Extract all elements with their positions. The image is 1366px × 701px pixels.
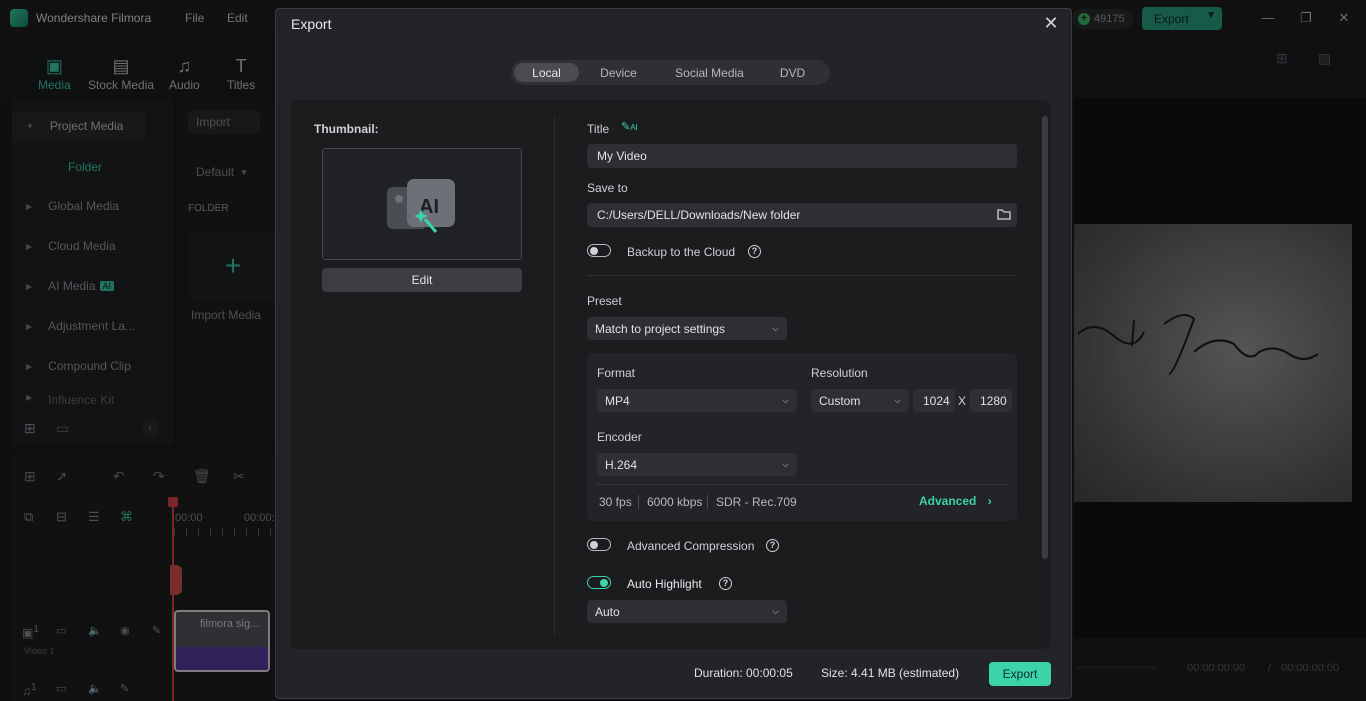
- thumbnail-preview[interactable]: AI: [322, 148, 522, 260]
- auto-highlight-label: Auto Highlight: [627, 577, 702, 591]
- section-divider: [587, 275, 1016, 276]
- save-to-label: Save to: [587, 181, 628, 195]
- help-icon[interactable]: ?: [766, 539, 779, 552]
- duration-value: 00:00:05: [746, 666, 793, 680]
- bitrate-stat: 6000 kbps: [647, 495, 703, 509]
- format-dropdown[interactable]: MP4 ⌵: [597, 389, 797, 412]
- advanced-settings-link[interactable]: Advanced ›: [919, 494, 992, 508]
- duration-info: Duration: 00:00:05: [694, 666, 793, 680]
- resolution-x-label: X: [958, 394, 967, 408]
- export-button[interactable]: Export: [989, 662, 1051, 686]
- dialog-title: Export: [291, 16, 332, 32]
- preset-value: Match to project settings: [595, 321, 726, 336]
- help-icon[interactable]: ?: [748, 245, 761, 258]
- resolution-label: Resolution: [811, 366, 868, 380]
- size-info: Size: 4.41 MB (estimated): [821, 666, 959, 680]
- advanced-label: Advanced: [919, 494, 977, 508]
- thumbnail-label: Thumbnail:: [314, 122, 379, 136]
- resolution-value: Custom: [819, 393, 861, 408]
- resolution-width-input[interactable]: 1024: [913, 389, 955, 412]
- resolution-dropdown[interactable]: Custom ⌵: [811, 389, 909, 412]
- ai-pen-icon: ✎: [621, 121, 631, 133]
- tab-local[interactable]: Local: [514, 63, 579, 82]
- duration-label: Duration:: [694, 666, 743, 680]
- chevron-down-icon: ⌵: [894, 394, 901, 405]
- encoder-value: H.264: [605, 457, 638, 472]
- preset-dropdown[interactable]: Match to project settings ⌵: [587, 317, 787, 340]
- ai-title-label: AI: [630, 123, 638, 132]
- size-value: 4.41 MB (estimated): [851, 666, 960, 680]
- stat-separator: [707, 495, 708, 509]
- scrollbar[interactable]: [1042, 116, 1048, 559]
- encoder-dropdown[interactable]: H.264 ⌵: [597, 453, 797, 476]
- advanced-compression-toggle[interactable]: [587, 538, 611, 551]
- folder-browse-icon[interactable]: [996, 206, 1012, 222]
- advanced-compression-label: Advanced Compression: [627, 539, 755, 553]
- title-label: Title: [587, 122, 610, 136]
- tab-device[interactable]: Device: [579, 63, 658, 82]
- save-to-input[interactable]: C:/Users/DELL/Downloads/New folder: [587, 203, 1017, 227]
- close-icon[interactable]: ✕: [1042, 14, 1060, 32]
- chevron-down-icon: ⌵: [782, 458, 789, 469]
- format-value: MP4: [605, 393, 630, 408]
- tab-social-media[interactable]: Social Media: [658, 63, 761, 82]
- resolution-height-input[interactable]: 1280: [970, 389, 1012, 412]
- auto-highlight-toggle[interactable]: [587, 576, 611, 589]
- ai-title-button[interactable]: ✎AI: [621, 120, 638, 133]
- help-icon[interactable]: ?: [719, 577, 732, 590]
- backup-cloud-label: Backup to the Cloud: [627, 245, 736, 259]
- title-input[interactable]: My Video: [587, 144, 1017, 168]
- color-space-stat: SDR - Rec.709: [716, 495, 797, 509]
- save-to-path: C:/Users/DELL/Downloads/New folder: [597, 208, 801, 222]
- tab-dvd[interactable]: DVD: [761, 63, 824, 82]
- column-divider: [554, 117, 555, 635]
- backup-cloud-toggle[interactable]: [587, 244, 611, 257]
- stat-separator: [638, 495, 639, 509]
- edit-thumbnail-button[interactable]: Edit: [322, 268, 522, 292]
- preset-label: Preset: [587, 294, 622, 308]
- format-label: Format: [597, 366, 636, 380]
- auto-highlight-dropdown[interactable]: Auto ⌵: [587, 600, 787, 623]
- chevron-down-icon: ⌵: [772, 322, 779, 333]
- fps-stat: 30 fps: [599, 495, 632, 509]
- auto-highlight-value: Auto: [595, 604, 620, 619]
- size-label: Size:: [821, 666, 848, 680]
- chevron-down-icon: ⌵: [782, 394, 789, 405]
- chevron-down-icon: ⌵: [772, 605, 779, 616]
- format-divider: [596, 484, 1008, 485]
- export-tabs: Local Device Social Media DVD: [511, 60, 830, 85]
- encoder-label: Encoder: [597, 430, 642, 444]
- chevron-right-icon: ›: [987, 494, 992, 508]
- ai-image-icon: AI: [387, 179, 455, 233]
